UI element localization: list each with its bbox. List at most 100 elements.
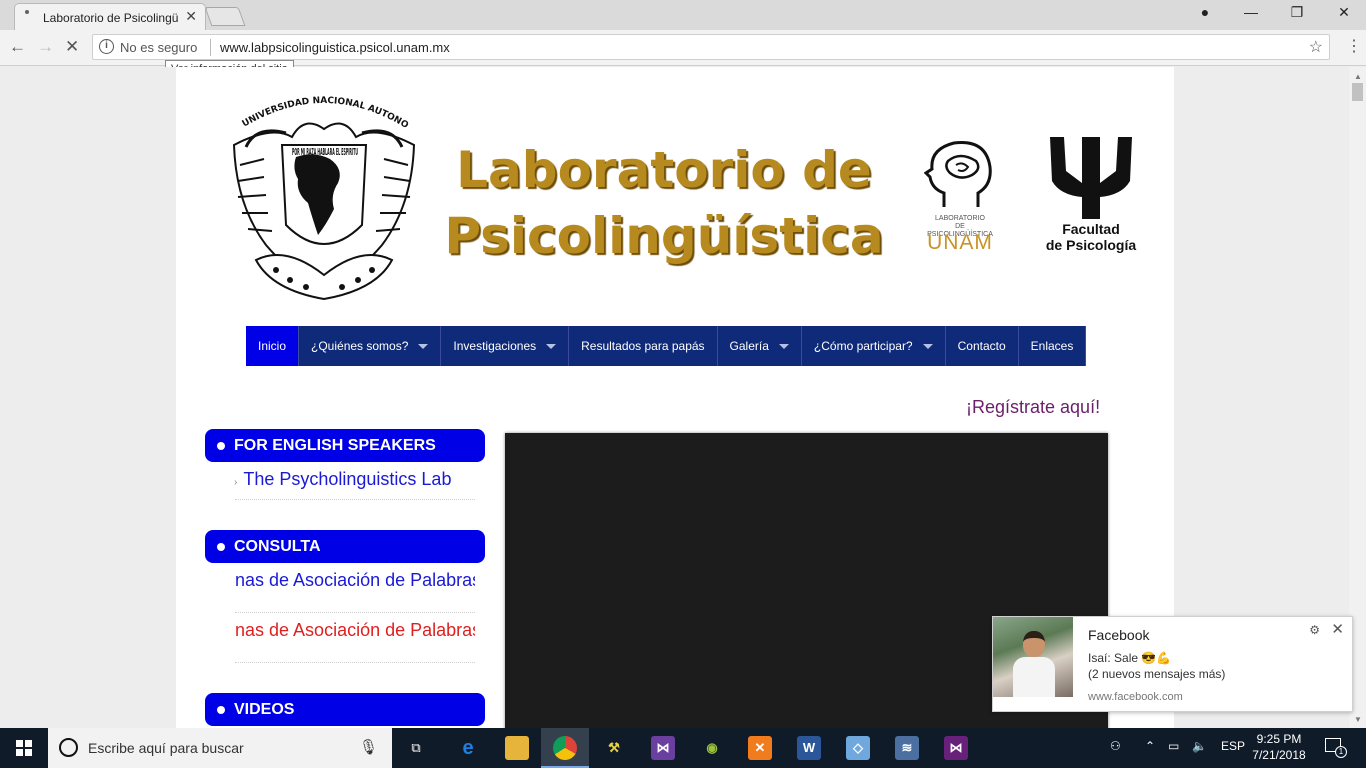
virtualbox-icon[interactable]: ◇ <box>846 736 870 760</box>
nav-quienes-somos-label: ¿Quiénes somos? <box>311 339 409 353</box>
nav-resultados[interactable]: Resultados para papás <box>569 326 718 366</box>
stop-icon[interactable]: ✕ <box>65 37 79 57</box>
url-text[interactable]: www.labpsicolinguistica.psicol.unam.mx <box>220 40 450 55</box>
close-window-button[interactable]: ✕ <box>1329 4 1359 21</box>
people-icon[interactable]: ⚇ <box>1110 739 1121 753</box>
visual-studio-icon[interactable]: ⋈ <box>651 736 675 760</box>
browser-menu-icon[interactable]: ⋮ <box>1346 36 1362 56</box>
scroll-down-icon[interactable]: ▼ <box>1354 715 1362 724</box>
notification-app-name: Facebook <box>1088 627 1150 643</box>
close-icon[interactable]: ✕ <box>1331 620 1344 638</box>
lab-title-line2: Psicolingüística <box>444 207 884 265</box>
edge-browser-icon[interactable]: e <box>456 736 480 760</box>
cortana-icon <box>59 738 78 757</box>
sidebar-link-english[interactable]: › The Psycholinguistics Lab <box>234 469 474 490</box>
sender-photo <box>993 617 1073 697</box>
sidebar-heading-videos-label: VIDEOS <box>234 700 295 718</box>
notification-source: www.facebook.com <box>1088 691 1183 703</box>
sidebar-link-asociacion-1[interactable]: nas de Asociación de Palabras <box>235 570 475 591</box>
microphone-icon[interactable]: 🎙 <box>359 738 378 756</box>
security-label[interactable]: No es seguro <box>120 40 197 55</box>
mysql-workbench-icon[interactable]: ≋ <box>895 736 919 760</box>
word-icon[interactable]: W <box>797 736 821 760</box>
new-tab-button[interactable] <box>204 7 246 26</box>
nav-como-participar-label: ¿Cómo participar? <box>813 339 913 353</box>
sidebar-link-asociacion-2[interactable]: nas de Asociación de Palabras <box>235 620 475 641</box>
tab-title: Laboratorio de Psicolingü <box>43 11 179 25</box>
sidebar-heading-english-label: FOR ENGLISH SPEAKERS <box>234 436 436 454</box>
dropdown-caret-icon <box>546 343 557 349</box>
volume-icon[interactable]: 🔈 <box>1192 739 1207 753</box>
sidebar-heading-english: FOR ENGLISH SPEAKERS <box>205 429 485 462</box>
android-studio-icon[interactable]: ◉ <box>700 736 724 760</box>
loading-icon <box>25 10 29 14</box>
xampp-icon[interactable]: ✕ <box>748 736 772 760</box>
arrow-bullet-icon: › <box>234 477 238 488</box>
task-view-icon[interactable]: ⧉ <box>404 736 428 760</box>
chevron-up-icon[interactable]: ⌃ <box>1145 739 1155 753</box>
photo-head <box>1023 631 1045 657</box>
nav-como-participar[interactable]: ¿Cómo participar? <box>801 326 946 366</box>
photo-shirt <box>1013 657 1055 697</box>
unam-seal-logo: UNIVERSIDAD NACIONAL AUTONOMA DE MEXICO … <box>226 85 416 301</box>
faculty-logo: Facultad de Psicología <box>1026 135 1156 255</box>
info-icon[interactable]: i <box>99 39 114 54</box>
tab-close-icon[interactable]: ✕ <box>185 8 197 25</box>
browser-titlebar: Laboratorio de Psicolingü ✕ ● — ❐ ✕ <box>0 0 1366 30</box>
notification-more: (2 nuevos mensajes más) <box>1088 667 1226 681</box>
chrome-icon[interactable] <box>553 736 577 760</box>
dropdown-caret-icon <box>922 343 933 349</box>
sidebar-heading-consulta-label: CONSULTA <box>234 537 321 555</box>
sidebar-divider <box>235 612 475 613</box>
battery-icon[interactable]: ▭ <box>1168 739 1179 753</box>
nav-quienes-somos[interactable]: ¿Quiénes somos? <box>299 326 442 366</box>
dropdown-caret-icon <box>418 343 429 349</box>
nav-galeria-label: Galería <box>729 339 769 353</box>
browser-tab[interactable]: Laboratorio de Psicolingü ✕ <box>14 3 206 30</box>
nav-contacto[interactable]: Contacto <box>945 326 1019 366</box>
forward-icon[interactable]: → <box>37 37 54 57</box>
seal-top-text: UNIVERSIDAD NACIONAL AUTONOMA DE MEXICO <box>226 85 410 131</box>
sidebar-heading-consulta: CONSULTA <box>205 530 485 563</box>
nav-galeria[interactable]: Galería <box>717 326 802 366</box>
file-explorer-icon[interactable] <box>505 736 529 760</box>
bullet-icon <box>217 441 225 450</box>
lab-head-logo: LABORATORIO DE PSICOLINGÜÍSTICA UNAM <box>923 137 996 257</box>
nav-inicio-label: Inicio <box>258 339 287 353</box>
nav-investigaciones-label: Investigaciones <box>453 339 537 353</box>
gear-icon[interactable]: ⚙ <box>1309 623 1320 637</box>
head-profile-icon <box>923 141 992 207</box>
clock-time: 9:25 PM <box>1256 732 1302 746</box>
maximize-button[interactable]: ❐ <box>1282 4 1312 21</box>
action-center-icon[interactable]: 1 <box>1325 738 1347 758</box>
nav-investigaciones[interactable]: Investigaciones <box>441 326 570 366</box>
tools-app-icon[interactable]: ⚒ <box>602 736 626 760</box>
taskbar-search[interactable]: Escribe aquí para buscar 🎙 <box>48 728 392 768</box>
start-button[interactable] <box>0 728 48 768</box>
address-bar[interactable]: i No es seguro www.labpsicolinguistica.p… <box>92 34 1330 60</box>
lab-title-line1: Laboratorio de <box>456 141 872 199</box>
address-divider <box>210 39 211 56</box>
minimize-button[interactable]: — <box>1236 4 1266 20</box>
bullet-icon <box>217 542 225 551</box>
notification-count: 1 <box>1335 746 1347 758</box>
visual-studio-alt-icon[interactable]: ⋈ <box>944 736 968 760</box>
back-icon[interactable]: ← <box>9 37 26 57</box>
nav-inicio[interactable]: Inicio <box>246 326 300 366</box>
taskbar-clock[interactable]: 9:25 PM 7/21/2018 <box>1244 731 1314 763</box>
profile-icon[interactable]: ● <box>1190 4 1220 20</box>
bullet-icon <box>217 705 225 714</box>
scroll-thumb[interactable] <box>1352 83 1363 101</box>
notification-message: Isaí: Sale 😎💪 <box>1088 651 1172 665</box>
main-nav: Inicio ¿Quiénes somos? Investigaciones R… <box>246 326 1087 366</box>
facebook-notification[interactable]: Facebook Isaí: Sale 😎💪 (2 nuevos mensaje… <box>992 616 1353 712</box>
bookmark-star-icon[interactable]: ☆ <box>1309 37 1323 57</box>
register-link[interactable]: ¡Regístrate aquí! <box>966 397 1100 418</box>
psi-symbol-icon <box>1050 137 1132 219</box>
scroll-up-icon[interactable]: ▲ <box>1354 72 1362 81</box>
language-indicator[interactable]: ESP <box>1221 739 1245 753</box>
nav-contacto-label: Contacto <box>957 339 1006 353</box>
dropdown-caret-icon <box>778 343 789 349</box>
nav-enlaces[interactable]: Enlaces <box>1018 326 1087 366</box>
clock-date: 7/21/2018 <box>1252 748 1306 762</box>
